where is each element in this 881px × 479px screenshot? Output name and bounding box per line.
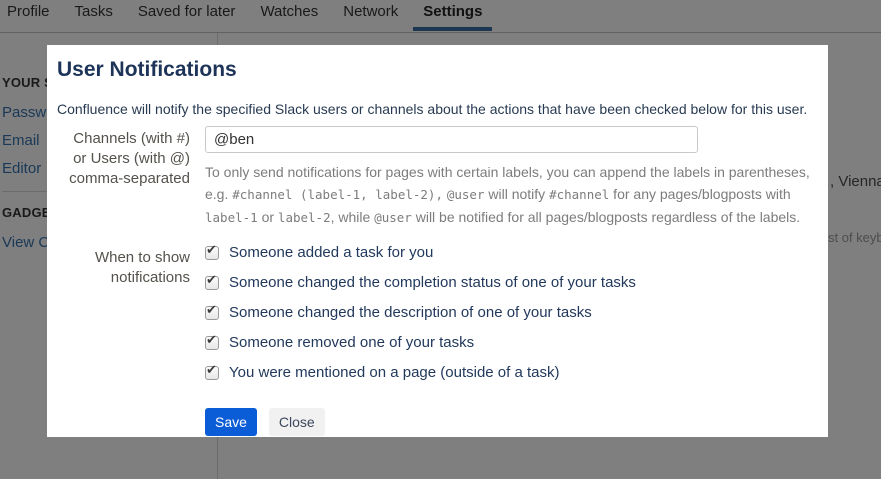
checkbox-label: You were mentioned on a page (outside of… <box>229 365 560 381</box>
dialog-title: User Notifications <box>57 57 818 83</box>
checkbox-checked-icon[interactable] <box>205 336 219 350</box>
checkbox-checked-icon[interactable] <box>205 366 219 380</box>
notification-option-someone-changed-the-completion-status-of-one-of-your-tasks[interactable]: Someone changed the completion status of… <box>205 275 818 291</box>
notification-option-you-were-mentioned-on-a-page-outside-of-a-task[interactable]: You were mentioned on a page (outside of… <box>205 365 818 381</box>
notification-option-someone-removed-one-of-your-tasks[interactable]: Someone removed one of your tasks <box>205 335 818 351</box>
close-button[interactable]: Close <box>269 408 325 436</box>
save-button[interactable]: Save <box>205 408 257 436</box>
checkbox-checked-icon[interactable] <box>205 306 219 320</box>
checkbox-label: Someone added a task for you <box>229 245 433 261</box>
checkbox-checked-icon[interactable] <box>205 276 219 290</box>
checkbox-label: Someone changed the description of one o… <box>229 305 592 321</box>
channels-help-text: To only send notifications for pages wit… <box>205 161 818 229</box>
checkbox-label: Someone changed the completion status of… <box>229 275 636 291</box>
checkbox-label: Someone removed one of your tasks <box>229 335 474 351</box>
channels-input[interactable] <box>205 126 698 153</box>
checkbox-checked-icon[interactable] <box>205 246 219 260</box>
when-to-show-label: When to show notifications <box>57 245 190 395</box>
notification-option-someone-added-a-task-for-you[interactable]: Someone added a task for you <box>205 245 818 261</box>
channels-field-label: Channels (with #) or Users (with @) comm… <box>57 126 190 229</box>
user-notifications-dialog: User Notifications Confluence will notif… <box>47 45 828 437</box>
notification-options-list: Someone added a task for you Someone chan… <box>205 245 818 395</box>
notification-option-someone-changed-the-description-of-one-of-your-tasks[interactable]: Someone changed the description of one o… <box>205 305 818 321</box>
dialog-description: Confluence will notify the specified Sla… <box>57 100 818 118</box>
